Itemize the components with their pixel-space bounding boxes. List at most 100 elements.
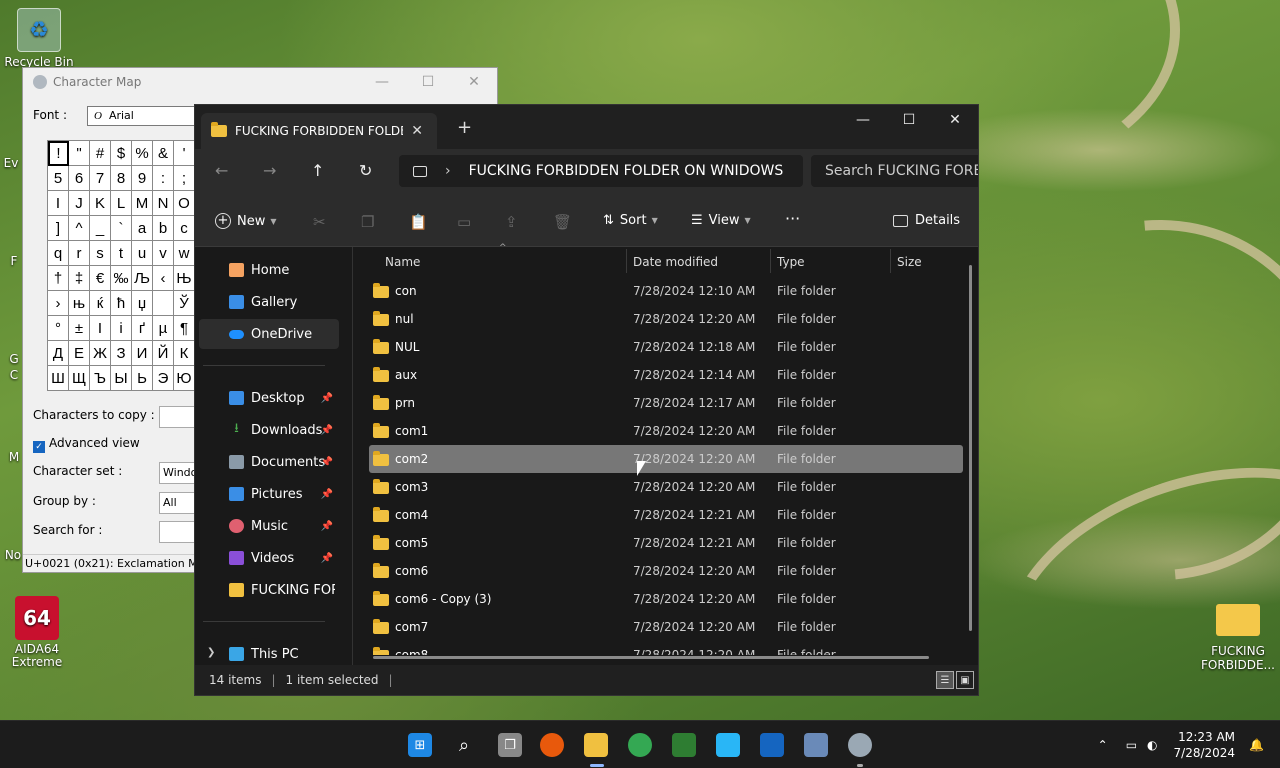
maximize-icon[interactable]: ☐ xyxy=(405,74,451,90)
column-divider[interactable] xyxy=(890,249,891,273)
character-cell[interactable]: Е xyxy=(69,341,90,366)
character-cell[interactable]: ‰ xyxy=(111,266,132,291)
sort-button[interactable]: ⇅ Sort ▼ xyxy=(603,213,658,228)
character-grid[interactable]: ! " # $% & ' 5 6 7 8 9:; I J K L M N O] ^ _ ` a b c q r s t u v w † ‡ € ‰ Љ… xyxy=(47,140,195,391)
task-view-icon[interactable]: ❐ xyxy=(498,733,522,757)
chevron-right-icon[interactable]: › xyxy=(445,163,451,179)
column-header-date[interactable]: Date modified xyxy=(633,255,718,269)
view-button[interactable]: ☰ View ▼ xyxy=(691,213,751,228)
file-explorer-window[interactable]: FUCKING FORBIDDEN FOLDER ✕ + — ☐ ✕ ← → ↑… xyxy=(194,104,979,696)
new-button[interactable]: + New ▼ xyxy=(215,213,277,229)
character-cell[interactable]: Ы xyxy=(111,366,132,391)
table-row[interactable]: com7 7/28/2024 12:20 AM File folder xyxy=(369,613,963,641)
aida64-shortcut[interactable]: 64 AIDA64 Extreme xyxy=(2,596,72,669)
character-cell[interactable]: J xyxy=(69,191,90,216)
forward-arrow-icon[interactable]: → xyxy=(263,161,276,180)
character-cell[interactable]: ^ xyxy=(69,216,90,241)
volume-icon[interactable]: ◐ xyxy=(1147,738,1157,752)
sidebar-item-home[interactable]: Home xyxy=(195,255,335,285)
character-cell[interactable]: њ xyxy=(69,291,90,316)
character-cell[interactable]: Щ xyxy=(69,366,90,391)
sidebar-item-forbidden-folder[interactable]: FUCKING FORBI xyxy=(195,575,335,605)
sidebar-item-gallery[interactable]: Gallery xyxy=(195,287,335,317)
character-cell[interactable]: r xyxy=(69,241,90,266)
up-arrow-icon[interactable]: ↑ xyxy=(311,161,324,180)
minimize-icon[interactable]: — xyxy=(840,105,886,135)
table-row[interactable]: con 7/28/2024 12:10 AM File folder xyxy=(369,277,963,305)
clock[interactable]: 12:23 AM 7/28/2024 xyxy=(1174,729,1236,761)
start-windows-icon[interactable]: ⊞ xyxy=(408,733,432,757)
sidebar-item-music[interactable]: Music 📌 xyxy=(195,511,335,541)
character-cell[interactable]: # xyxy=(90,141,111,166)
character-cell[interactable]: K xyxy=(90,191,111,216)
character-cell[interactable]: q xyxy=(48,241,69,266)
character-cell[interactable]: € xyxy=(90,266,111,291)
recycle-bin-shortcut[interactable]: ♻ Recycle Bin xyxy=(4,8,74,69)
cut-icon[interactable]: ✂ xyxy=(313,213,326,231)
character-cell[interactable]: Ш xyxy=(48,366,69,391)
character-cell[interactable]: 6 xyxy=(69,166,90,191)
character-cell[interactable]: ° xyxy=(48,316,69,341)
character-cell[interactable]: µ xyxy=(153,316,174,341)
maximize-icon[interactable]: ☐ xyxy=(886,105,932,135)
notepad-icon[interactable] xyxy=(716,733,740,757)
character-cell[interactable]: ; xyxy=(174,166,195,191)
table-row[interactable]: prn 7/28/2024 12:17 AM File folder xyxy=(369,389,963,417)
character-cell[interactable] xyxy=(153,291,174,316)
sidebar-item-pictures[interactable]: Pictures 📌 xyxy=(195,479,335,509)
sidebar-item-desktop[interactable]: Desktop 📌 xyxy=(195,383,335,413)
refresh-icon[interactable]: ↻ xyxy=(359,161,372,180)
table-row[interactable]: nul 7/28/2024 12:20 AM File folder xyxy=(369,305,963,333)
close-tab-icon[interactable]: ✕ xyxy=(411,123,423,139)
column-header-size[interactable]: Size xyxy=(897,255,922,269)
advanced-view-checkbox[interactable]: ✓ Advanced view xyxy=(33,436,140,453)
table-row[interactable]: com8 7/28/2024 12:20 AM File folder xyxy=(369,641,963,655)
search-input[interactable]: Search FUCKING FORBIDD xyxy=(811,155,978,187)
new-tab-icon[interactable]: + xyxy=(457,117,472,138)
share-icon[interactable]: ⇪ xyxy=(505,213,518,231)
character-cell[interactable]: ћ xyxy=(111,291,132,316)
character-cell[interactable]: Ў xyxy=(174,291,195,316)
character-cell[interactable]: 7 xyxy=(90,166,111,191)
delete-icon[interactable]: 🗑 xyxy=(553,213,572,231)
character-cell[interactable]: a xyxy=(132,216,153,241)
character-cell[interactable]: Ж xyxy=(90,341,111,366)
character-cell[interactable]: : xyxy=(153,166,174,191)
character-cell[interactable]: ' xyxy=(174,141,195,166)
tab-forbidden-folder[interactable]: FUCKING FORBIDDEN FOLDER ✕ xyxy=(201,113,437,149)
character-cell[interactable]: ‹ xyxy=(153,266,174,291)
column-header-name[interactable]: Name xyxy=(385,255,420,269)
sidebar-item-downloads[interactable]: ⭳ Downloads 📌 xyxy=(195,415,335,445)
table-row[interactable]: com5 7/28/2024 12:21 AM File folder xyxy=(369,529,963,557)
character-cell[interactable]: Й xyxy=(153,341,174,366)
sidebar-item-onedrive[interactable]: OneDrive xyxy=(199,319,339,349)
character-cell[interactable]: І xyxy=(90,316,111,341)
character-cell[interactable]: % xyxy=(132,141,153,166)
character-cell[interactable]: " xyxy=(69,141,90,166)
table-row[interactable]: com4 7/28/2024 12:21 AM File folder xyxy=(369,501,963,529)
character-cell[interactable]: v xyxy=(153,241,174,266)
character-cell[interactable]: & xyxy=(153,141,174,166)
character-cell[interactable]: Ь xyxy=(132,366,153,391)
character-cell[interactable]: Э xyxy=(153,366,174,391)
copy-icon[interactable]: ❐ xyxy=(361,213,374,231)
column-divider[interactable] xyxy=(626,249,627,273)
character-cell[interactable]: Ю xyxy=(174,366,195,391)
column-header-type[interactable]: Type xyxy=(777,255,805,269)
app-icon[interactable] xyxy=(804,733,828,757)
notification-icon[interactable]: 🔔 xyxy=(1249,738,1264,752)
column-divider[interactable] xyxy=(770,249,771,273)
close-icon[interactable]: ✕ xyxy=(451,74,497,90)
character-cell[interactable]: ± xyxy=(69,316,90,341)
minimize-icon[interactable]: — xyxy=(359,74,405,90)
horizontal-scrollbar[interactable] xyxy=(373,656,929,659)
character-cell[interactable]: $ xyxy=(111,141,132,166)
spreadsheet-app-icon[interactable] xyxy=(672,733,696,757)
character-cell[interactable]: Д xyxy=(48,341,69,366)
character-cell[interactable]: t xyxy=(111,241,132,266)
table-row[interactable]: NUL 7/28/2024 12:18 AM File folder xyxy=(369,333,963,361)
character-cell[interactable]: ¶ xyxy=(174,316,195,341)
back-arrow-icon[interactable]: ← xyxy=(215,161,228,180)
chevron-up-icon[interactable]: ⌃ xyxy=(1098,738,1108,752)
tiles-view-icon[interactable]: ▣ xyxy=(956,671,974,689)
